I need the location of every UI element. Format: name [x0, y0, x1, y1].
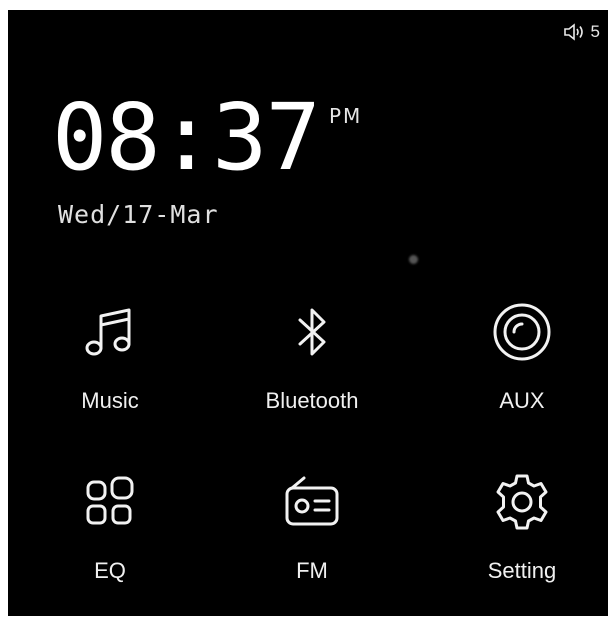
- clock: 08:37 PM: [52, 92, 362, 184]
- clock-date: Wed/17-Mar: [58, 200, 219, 229]
- aux-icon: [490, 300, 554, 364]
- gear-icon: [490, 470, 554, 534]
- menu-item-label: Music: [81, 388, 139, 413]
- volume-level: 5: [590, 22, 600, 41]
- menu-item-fm[interactable]: FM: [227, 470, 397, 616]
- background-dot: [409, 255, 418, 264]
- status-bar: 5: [563, 22, 600, 42]
- menu-item-music[interactable]: Music: [25, 300, 195, 450]
- speaker-icon: [563, 23, 583, 41]
- clock-ampm: PM: [328, 104, 363, 128]
- menu-item-aux[interactable]: AUX: [437, 300, 607, 450]
- menu-item-label: AUX: [499, 388, 545, 413]
- music-note-icon: [78, 300, 142, 364]
- menu-item-label: EQ: [94, 558, 126, 583]
- menu-item-bluetooth[interactable]: Bluetooth: [227, 300, 397, 450]
- menu-item-setting[interactable]: Setting: [437, 470, 607, 616]
- menu-item-label: Setting: [487, 558, 557, 583]
- menu-item-label: Bluetooth: [265, 388, 359, 413]
- radio-icon: [280, 470, 344, 534]
- device-screen: 5 08:37 PM Wed/17-Mar Music Bluetooth AU…: [8, 10, 608, 616]
- menu-item-label: FM: [296, 558, 328, 583]
- equalizer-grid-icon: [78, 470, 142, 534]
- bluetooth-icon: [280, 300, 344, 364]
- clock-time: 08:37: [52, 84, 321, 191]
- menu-item-eq[interactable]: EQ: [25, 470, 195, 616]
